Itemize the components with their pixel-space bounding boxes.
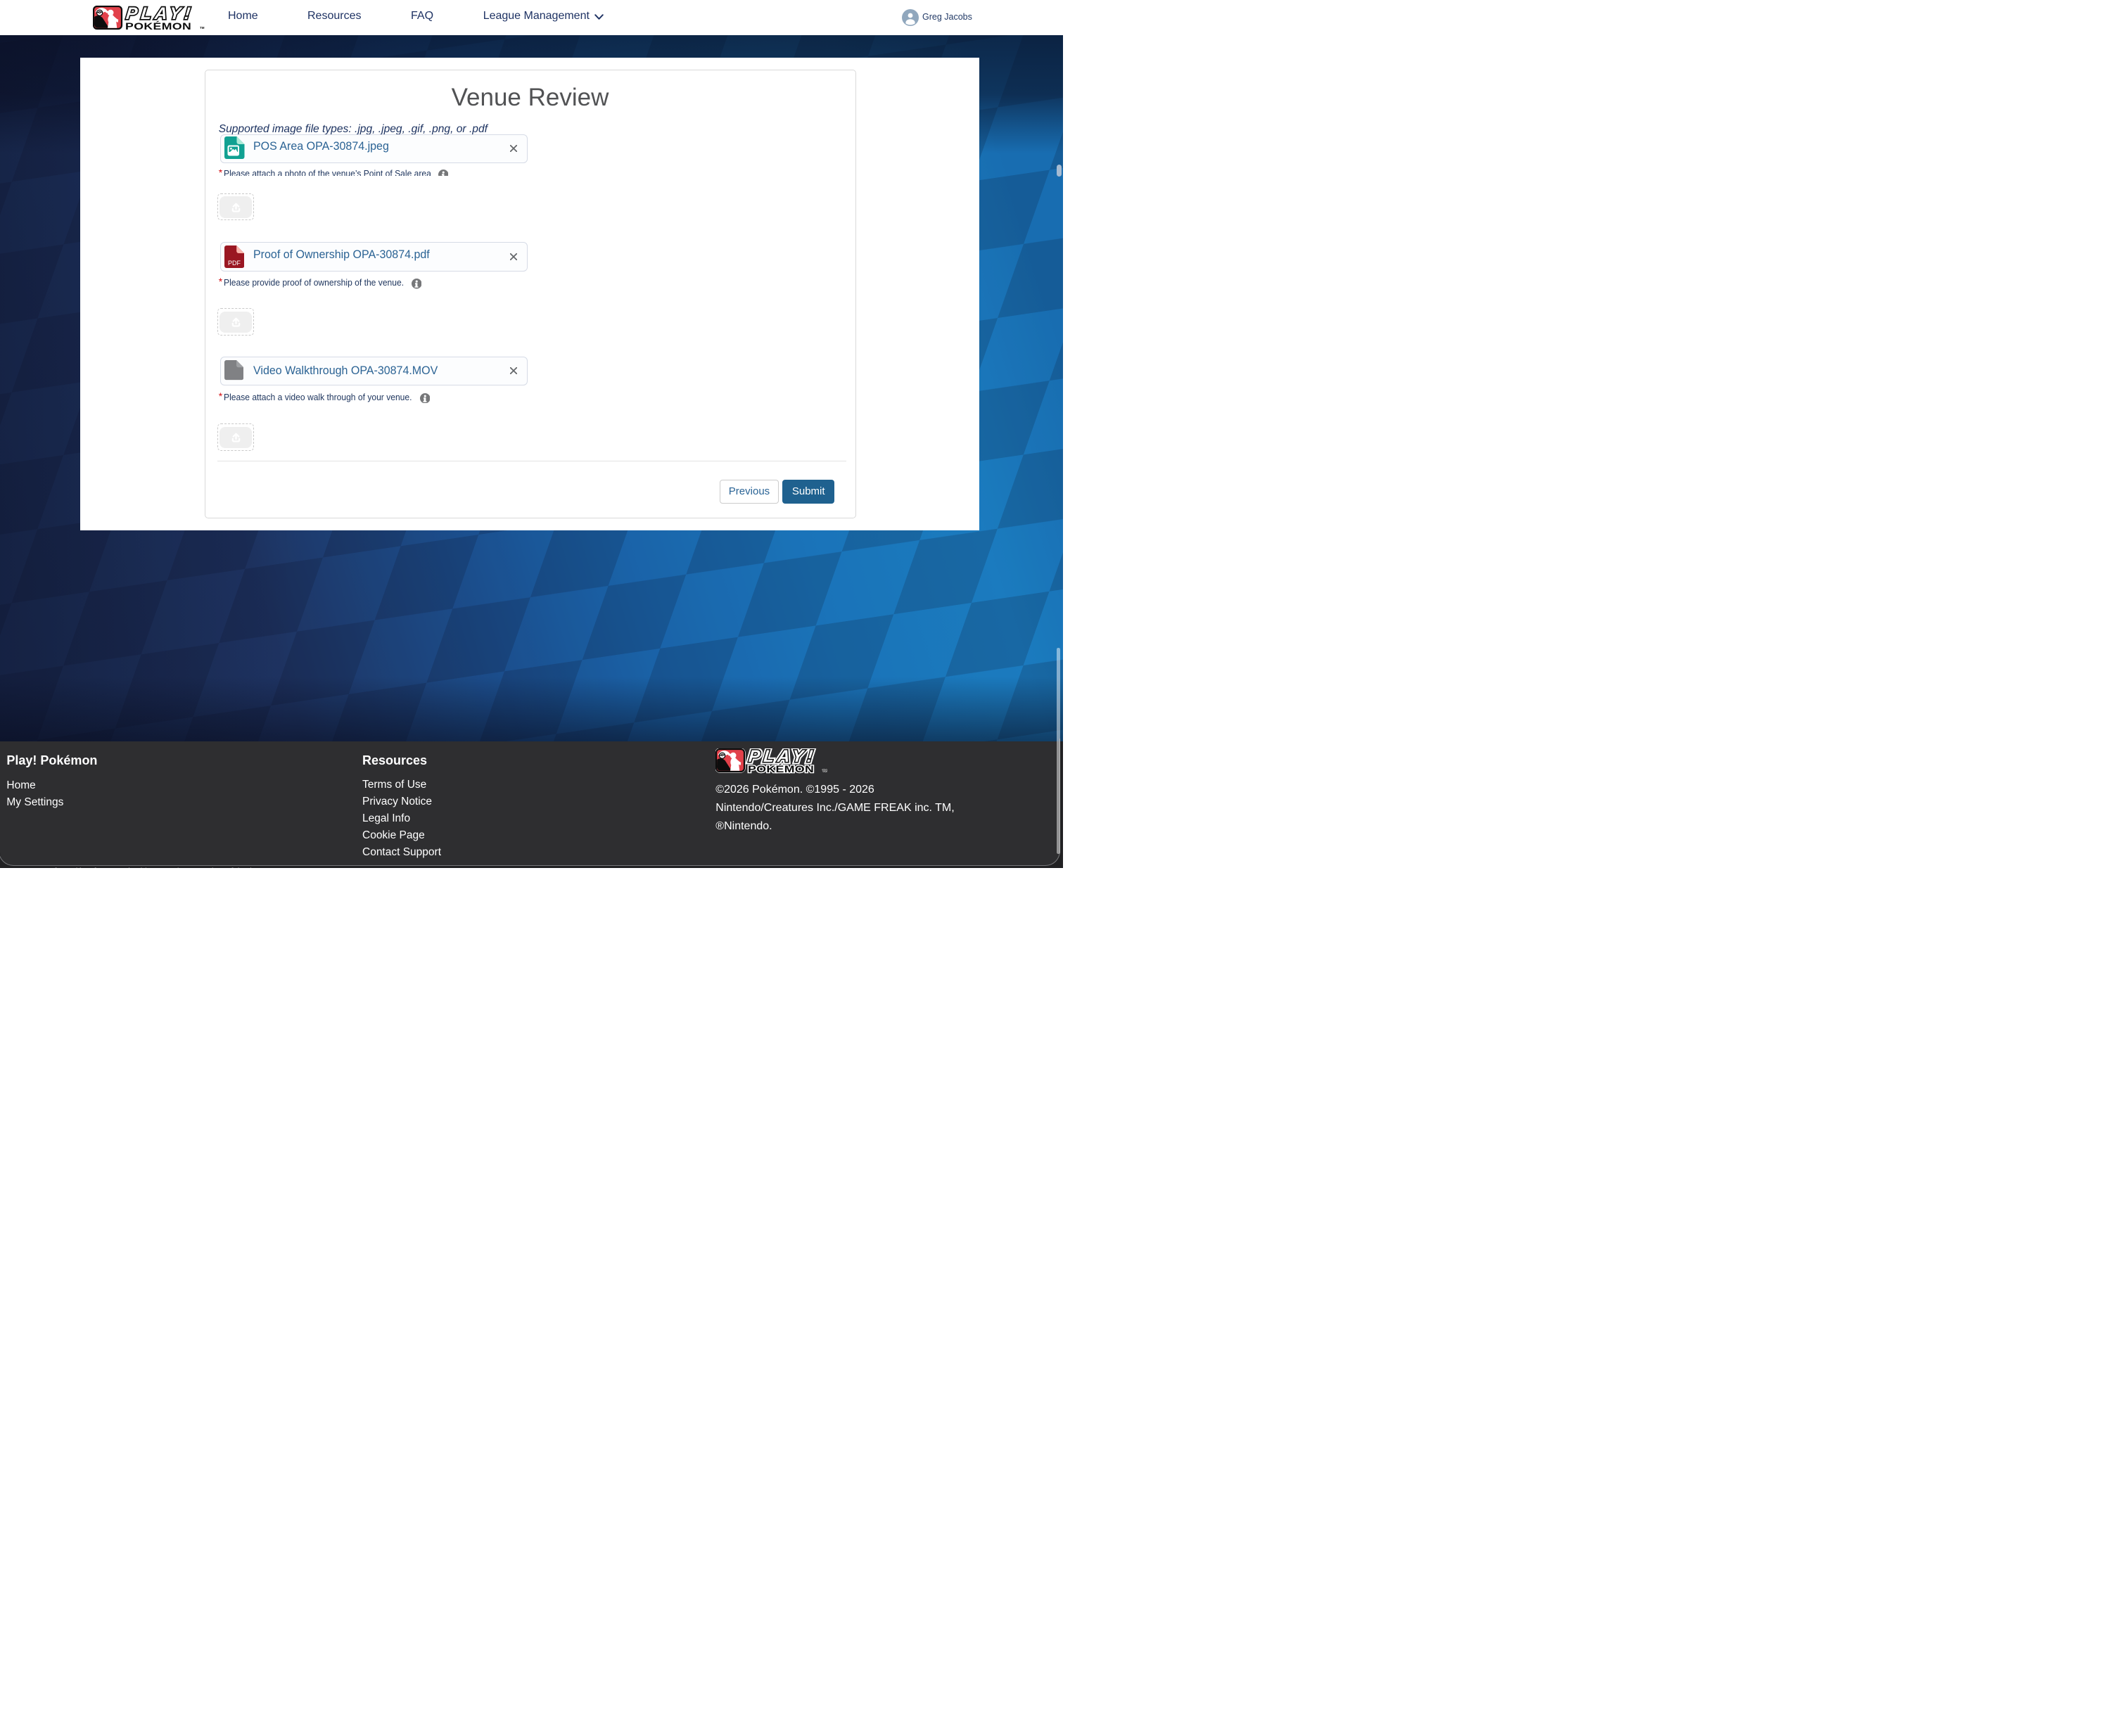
svg-text:TM: TM <box>822 769 827 772</box>
svg-text:POKÉMON: POKÉMON <box>748 763 814 774</box>
svg-text:PDF: PDF <box>228 259 241 266</box>
svg-text:PLAY!: PLAY! <box>748 748 817 766</box>
svg-text:POKÉMON: POKÉMON <box>125 20 191 31</box>
svg-text:TM: TM <box>200 26 205 30</box>
svg-text:PLAY!: PLAY! <box>125 6 195 23</box>
